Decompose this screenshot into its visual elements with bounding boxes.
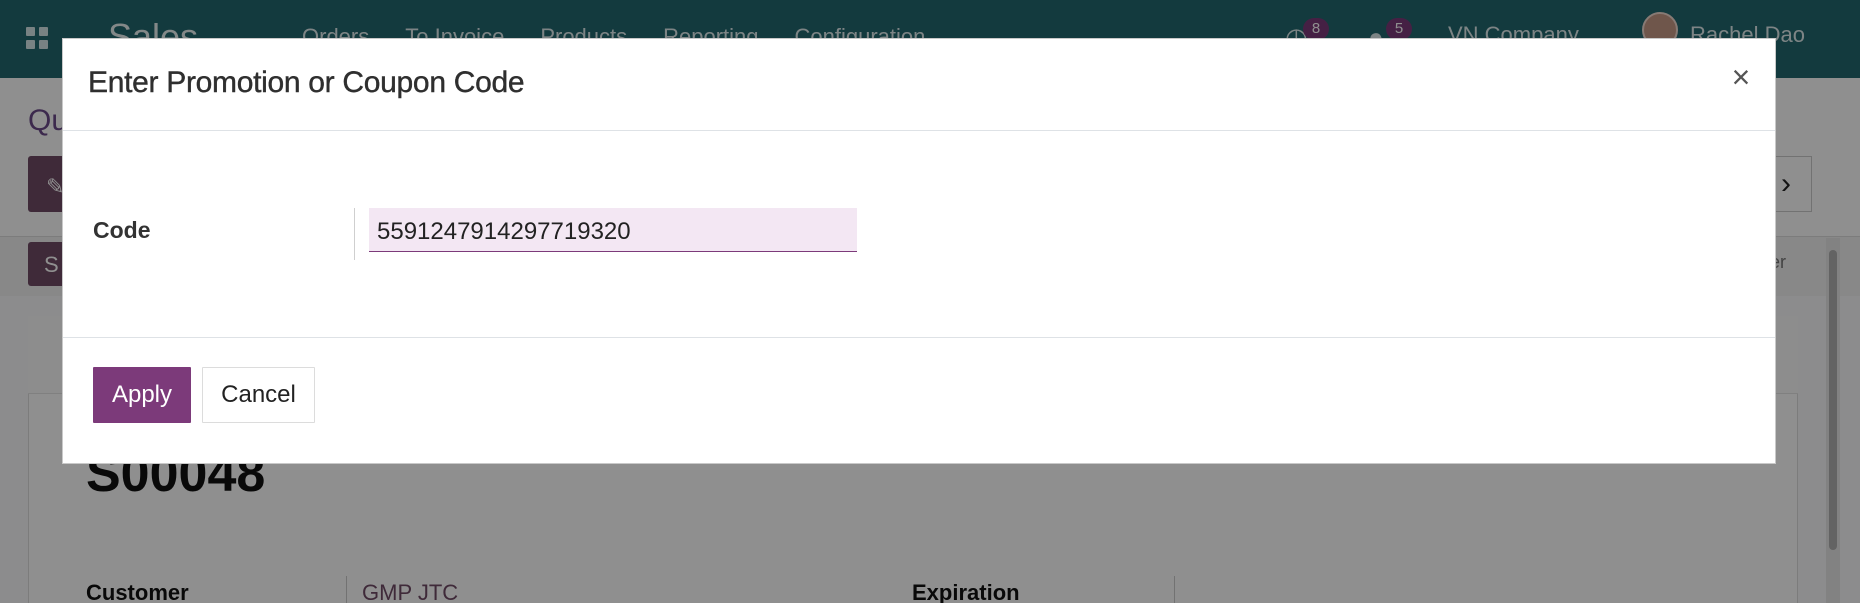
coupon-dialog: Enter Promotion or Coupon Code × Code Ap… xyxy=(62,38,1776,464)
field-separator xyxy=(354,208,355,260)
dialog-footer: Apply Cancel xyxy=(63,338,1775,465)
dialog-header: Enter Promotion or Coupon Code × xyxy=(63,39,1775,131)
apply-button[interactable]: Apply xyxy=(93,367,191,423)
code-label: Code xyxy=(93,217,151,243)
cancel-button[interactable]: Cancel xyxy=(202,367,315,423)
dialog-body: Code xyxy=(63,131,1775,338)
code-input[interactable] xyxy=(369,208,857,252)
close-icon[interactable]: × xyxy=(1723,57,1759,97)
dialog-title: Enter Promotion or Coupon Code xyxy=(88,66,525,99)
